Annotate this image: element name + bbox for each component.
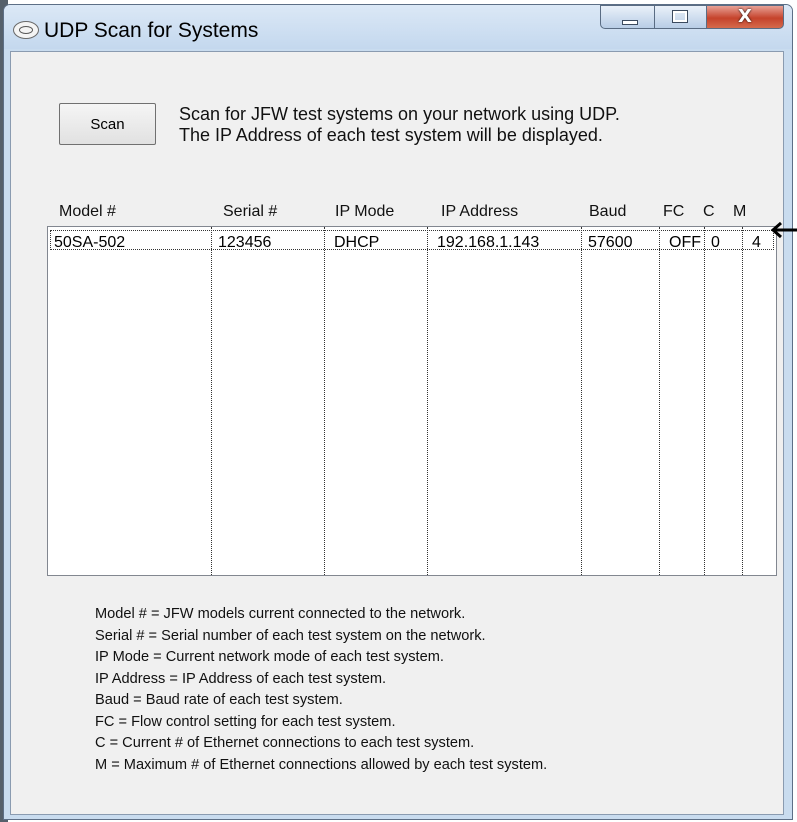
legend-line: C = Current # of Ethernet connections to…: [95, 735, 475, 751]
cell-model: 50SA-502: [54, 234, 126, 251]
column-header-c[interactable]: C: [703, 203, 715, 221]
legend-line: Baud = Baud rate of each test system.: [95, 692, 343, 708]
description-line-2: The IP Address of each test system will …: [179, 125, 603, 145]
column-divider: [324, 227, 325, 575]
cell-serial: 123456: [218, 234, 272, 251]
cell-ip-address: 192.168.1.143: [437, 234, 540, 251]
column-divider: [427, 227, 428, 575]
minimize-icon: [622, 20, 638, 25]
column-header-baud[interactable]: Baud: [589, 203, 626, 221]
column-header-model[interactable]: Model #: [59, 203, 116, 221]
column-header-fc[interactable]: FC: [663, 203, 684, 221]
scan-description: Scan for JFW test systems on your networ…: [179, 104, 620, 146]
close-button[interactable]: X: [706, 5, 784, 29]
minimize-button[interactable]: [600, 5, 655, 29]
cell-fc: OFF: [669, 234, 701, 251]
legend-line: M = Maximum # of Ethernet connections al…: [95, 756, 548, 773]
cell-ip-mode: DHCP: [334, 234, 380, 251]
legend-line: Model # = JFW models current connected t…: [95, 606, 466, 622]
maximize-button[interactable]: [654, 5, 707, 29]
column-divider: [704, 227, 705, 575]
cell-m: 4: [752, 234, 761, 251]
close-icon: X: [738, 6, 752, 27]
column-divider: [659, 227, 660, 575]
column-header-ip-address[interactable]: IP Address: [441, 203, 518, 221]
scan-button[interactable]: Scan: [59, 103, 156, 145]
cell-baud: 57600: [588, 234, 633, 251]
systems-list[interactable]: 50SA-502 123456 DHCP 192.168.1.143 57600…: [47, 226, 777, 576]
left-arrow-icon: [770, 221, 797, 239]
app-logo-icon[interactable]: [13, 21, 39, 39]
legend-line: IP Address = IP Address of each test sys…: [95, 670, 387, 687]
window-title: UDP Scan for Systems: [44, 19, 259, 42]
cell-c: 0: [711, 234, 720, 251]
column-header-serial[interactable]: Serial #: [223, 203, 277, 221]
table-row[interactable]: 50SA-502 123456 DHCP 192.168.1.143 57600…: [50, 230, 774, 251]
column-header-ip-mode[interactable]: IP Mode: [335, 203, 394, 221]
column-divider: [211, 227, 212, 575]
column-header-m[interactable]: M: [733, 203, 746, 221]
title-bar[interactable]: UDP Scan for Systems X: [4, 5, 792, 49]
column-divider: [742, 227, 743, 575]
description-line-1: Scan for JFW test systems on your networ…: [179, 104, 620, 124]
legend-line: IP Mode = Current network mode of each t…: [95, 649, 444, 665]
column-divider: [581, 227, 582, 575]
legend-line: FC = Flow control setting for each test …: [95, 713, 396, 730]
maximize-icon: [672, 10, 688, 23]
udp-scan-window: UDP Scan for Systems X Scan Scan for JFW…: [3, 4, 793, 820]
legend-line: Serial # = Serial number of each test sy…: [95, 627, 486, 644]
window-client-area: Scan Scan for JFW test systems on your n…: [10, 51, 784, 815]
column-legend: Model # = JFW models current connected t…: [95, 604, 547, 776]
